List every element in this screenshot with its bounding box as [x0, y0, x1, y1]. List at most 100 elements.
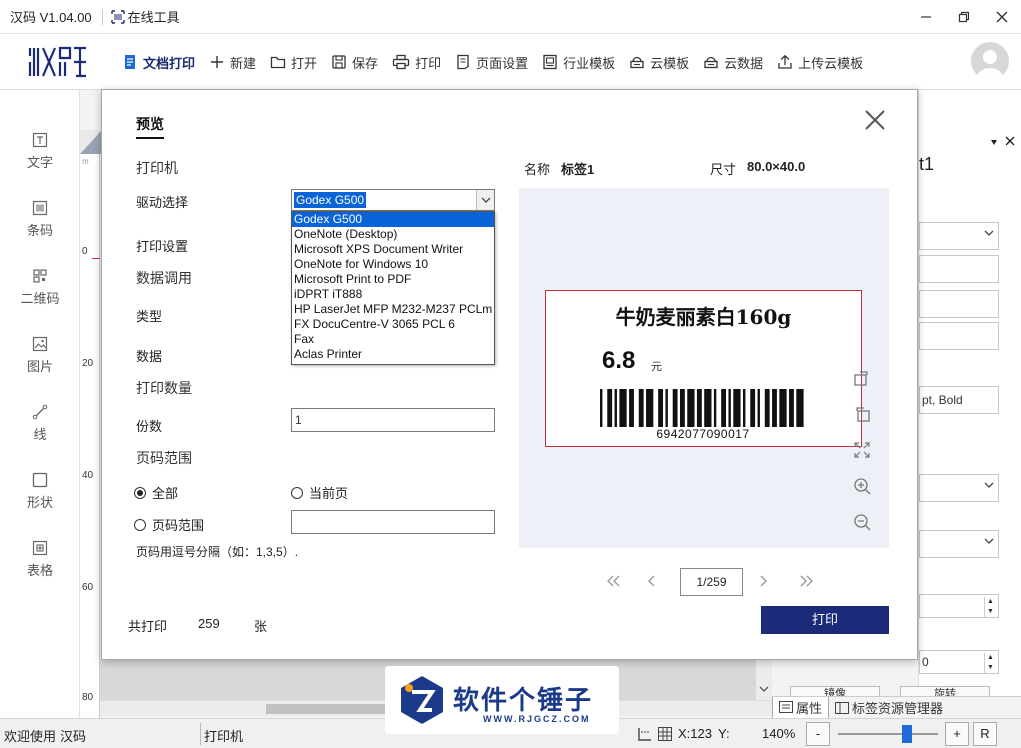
zoom-out-icon[interactable]	[852, 512, 872, 532]
copies-input[interactable]: 1	[291, 408, 495, 432]
driver-select[interactable]: Godex G500	[291, 189, 495, 211]
properties-panel: t1 pt, Bold ▲ ▼ 0 ▲ ▼	[918, 90, 1021, 718]
properties-icon	[779, 701, 793, 713]
print-button[interactable]: 打印	[761, 606, 889, 634]
resources-icon	[835, 701, 850, 714]
property-field[interactable]	[919, 290, 999, 318]
ruler-mark: m	[82, 157, 89, 166]
rotate-right-icon[interactable]	[852, 368, 872, 388]
radio-current-page[interactable]: 当前页	[291, 483, 348, 502]
first-page-icon[interactable]	[605, 574, 621, 588]
next-page-icon[interactable]	[759, 574, 769, 588]
property-field[interactable]	[919, 255, 999, 283]
toolbar-cloud-data[interactable]: 云数据	[703, 53, 763, 72]
radio-page-range[interactable]: 页码范围	[134, 515, 204, 534]
user-avatar[interactable]	[971, 42, 1009, 80]
zoom-slider-thumb[interactable]	[902, 725, 912, 743]
toolbar-document-print[interactable]: 文档打印	[122, 53, 195, 72]
toolbar-print[interactable]: 打印	[392, 53, 441, 72]
title-bar: 汉码 V1.04.00 在线工具	[0, 0, 1021, 34]
rotate-button[interactable]: 旋转	[900, 686, 990, 696]
label-product-name: 牛奶麦丽素白160g	[615, 305, 792, 329]
spinner-arrows[interactable]: ▲ ▼	[984, 653, 996, 673]
driver-option[interactable]: Microsoft XPS Document Writer	[292, 242, 494, 257]
toolbar-open[interactable]: 打开	[270, 53, 317, 72]
toolbar-save[interactable]: 保存	[331, 53, 378, 72]
last-page-icon[interactable]	[799, 574, 815, 588]
status-printer: 打印机	[204, 729, 244, 744]
page-range-input[interactable]	[291, 510, 495, 534]
property-select[interactable]	[919, 530, 999, 558]
driver-option[interactable]: FX DocuCentre-V 3065 PCL 6	[292, 317, 494, 332]
label-price: 6.8	[602, 347, 636, 374]
vertical-ruler: m 0 20 40 60 80	[80, 130, 100, 718]
property-select[interactable]	[919, 222, 999, 250]
tab-properties[interactable]: 属性	[772, 696, 830, 719]
property-field[interactable]	[919, 322, 999, 350]
toolbar-new[interactable]: 新建	[209, 53, 256, 72]
driver-option[interactable]: Aclas Printer	[292, 347, 494, 362]
zoom-slider[interactable]	[838, 733, 938, 735]
toolbar-upload-cloud-template[interactable]: 上传云模板	[777, 53, 863, 72]
minimize-button[interactable]	[907, 0, 945, 34]
zoom-in-icon[interactable]	[852, 476, 872, 496]
grid-toggle-icon[interactable]	[658, 727, 672, 741]
sidebar-item-table[interactable]: 表格	[0, 540, 80, 579]
toolbar-page-setup[interactable]: 页面设置	[455, 53, 528, 72]
property-spinner[interactable]: 0 ▲ ▼	[919, 650, 999, 674]
panel-close-icon[interactable]	[1005, 136, 1015, 146]
pin-icon[interactable]	[989, 138, 999, 148]
label-price-unit: 元	[651, 361, 662, 373]
driver-option[interactable]: HP LaserJet MFP M232-M237 PCLm	[292, 302, 494, 317]
ruler-mark: 60	[82, 582, 94, 593]
status-divider	[200, 723, 201, 745]
fit-screen-icon[interactable]	[852, 440, 872, 460]
font-field[interactable]: pt, Bold	[919, 386, 999, 414]
spinner-value: 0	[922, 655, 929, 669]
driver-option[interactable]: OneNote for Windows 10	[292, 257, 494, 272]
chevron-down-icon	[984, 230, 994, 236]
property-spinner[interactable]: ▲ ▼	[919, 594, 999, 618]
driver-option[interactable]: OneNote (Desktop)	[292, 227, 494, 242]
radio-all-pages[interactable]: 全部	[134, 483, 178, 502]
zoom-out-button[interactable]: -	[806, 722, 830, 746]
driver-option[interactable]: Godex G500	[292, 212, 494, 227]
rotate-left-icon[interactable]	[852, 404, 872, 424]
driver-option[interactable]: Fax	[292, 332, 494, 347]
close-window-button[interactable]	[983, 0, 1021, 34]
driver-select-arrow[interactable]	[476, 190, 494, 210]
page-indicator[interactable]: 1/259	[680, 568, 743, 596]
radio-range-label: 页码范围	[152, 518, 205, 533]
user-icon	[976, 50, 1004, 80]
prev-page-icon[interactable]	[646, 574, 656, 588]
ruler-toggle-icon[interactable]	[638, 727, 652, 741]
sidebar-item-barcode[interactable]: 条码	[0, 200, 80, 239]
driver-option[interactable]: iDPRT iT888	[292, 287, 494, 302]
barcode-bar	[772, 389, 777, 427]
online-tools-link[interactable]: 在线工具	[110, 7, 180, 26]
folder-icon	[270, 56, 286, 69]
property-select[interactable]	[919, 474, 999, 502]
driver-option[interactable]: Microsoft Print to PDF	[292, 272, 494, 287]
toolbar-document-print-label: 文档打印	[143, 55, 196, 71]
maximize-button[interactable]	[945, 0, 983, 34]
barcode-bar	[764, 389, 770, 427]
zoom-reset-button[interactable]: R	[973, 722, 997, 746]
panel-tabs: 属性 标签资源管理器	[772, 696, 1021, 719]
sidebar-item-text[interactable]: 文字	[0, 132, 80, 171]
sidebar-item-shape[interactable]: 形状	[0, 472, 80, 511]
mirror-button[interactable]: 镜像	[790, 686, 880, 696]
zoom-in-button[interactable]: +	[945, 722, 969, 746]
sidebar-item-qrcode[interactable]: 二维码	[0, 268, 80, 307]
barcode-bar	[713, 389, 717, 427]
sidebar-item-line[interactable]: 线	[0, 404, 80, 443]
toolbar-cloud-template[interactable]: 云模板	[629, 53, 689, 72]
spinner-arrows[interactable]: ▲ ▼	[984, 597, 996, 617]
dialog-close-icon[interactable]	[861, 106, 889, 134]
sidebar-item-image[interactable]: 图片	[0, 336, 80, 375]
toolbar-upload-cloud-template-label: 上传云模板	[798, 55, 864, 71]
tab-label-resources[interactable]: 标签资源管理器	[829, 697, 949, 719]
scroll-thumb[interactable]	[266, 704, 386, 714]
vertical-scrollbar[interactable]	[756, 660, 772, 700]
toolbar-industry-template[interactable]: 行业模板	[542, 53, 615, 72]
